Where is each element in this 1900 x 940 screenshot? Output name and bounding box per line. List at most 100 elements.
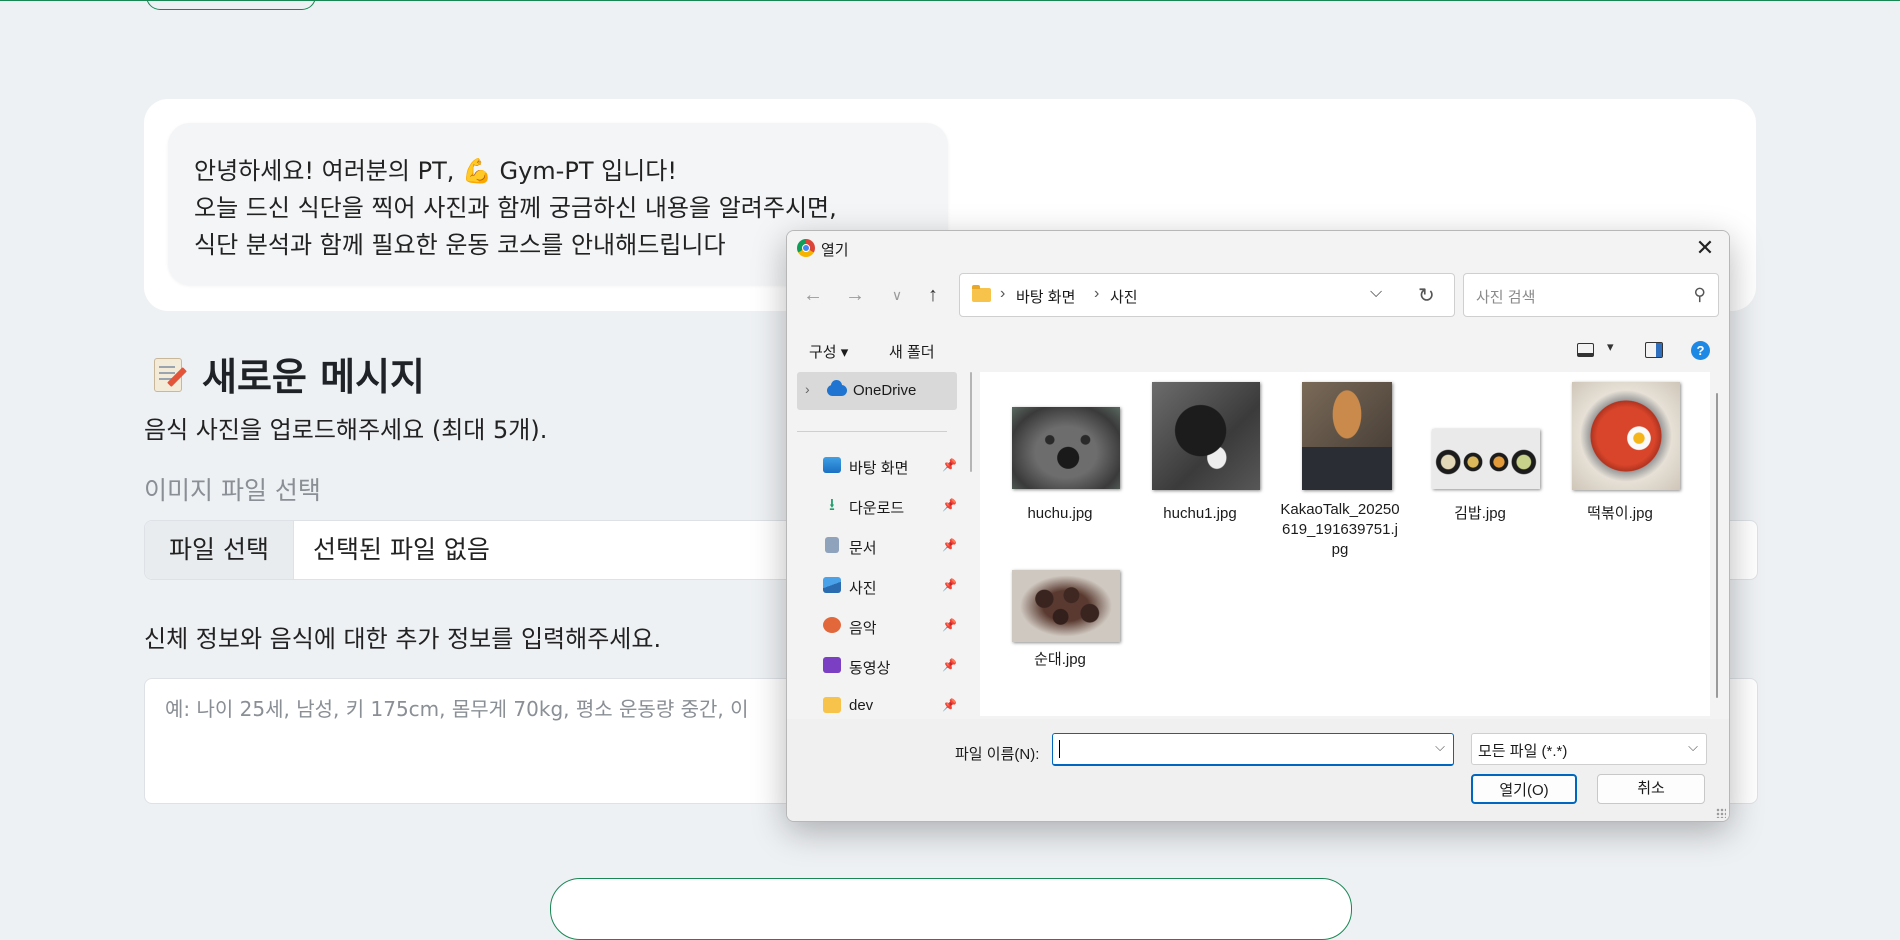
dog-thumbnail [1152, 382, 1260, 490]
pin-icon: 📌 [942, 658, 957, 672]
dialog-footer: 파일 이름(N): ⌵ 모든 파일 (*.*) ⌵ 열기(O) 취소 [787, 719, 1729, 821]
submit-button[interactable] [550, 878, 1352, 940]
bot-message-line: 안녕하세요! 여러분의 PT, 💪 Gym-PT 입니다! [194, 157, 677, 185]
nav-item-label: 음악 [849, 620, 877, 637]
pin-icon: 📌 [942, 698, 957, 712]
nav-item-desktop[interactable]: 바탕 화면 📌 [823, 451, 957, 481]
pin-icon: 📌 [942, 578, 957, 592]
search-box[interactable]: 사진 검색 ⚲ [1463, 273, 1719, 317]
expand-chevron-icon[interactable]: › [805, 381, 810, 397]
organize-menu[interactable]: 구성 ▾ [809, 341, 848, 362]
info-placeholder: 예: 나이 25세, 남성, 키 175cm, 몸무게 70kg, 평소 운동량… [165, 697, 749, 721]
folder-icon [972, 285, 991, 302]
nav-item-dev[interactable]: dev 📌 [823, 691, 957, 716]
view-dropdown-icon[interactable]: ▾ [1607, 339, 1614, 355]
file-name: KakaoTalk_20250619_191639751.jpg [1280, 501, 1400, 558]
resize-grip-icon[interactable] [1716, 808, 1726, 818]
download-icon: ⭳ [829, 495, 835, 514]
pin-icon: 📌 [942, 498, 957, 512]
bot-message-line: 식단 분석과 함께 필요한 운동 코스를 안내해드립니다 [194, 231, 726, 259]
nav-scrollbar[interactable] [970, 372, 972, 472]
onedrive-cloud-icon [827, 380, 847, 396]
music-icon [823, 617, 841, 633]
nav-item-documents[interactable]: 문서 📌 [823, 531, 957, 561]
text-caret [1059, 740, 1060, 758]
filename-input[interactable]: ⌵ [1052, 733, 1454, 766]
help-icon[interactable]: ? [1691, 341, 1710, 360]
gimbap-thumbnail [1432, 429, 1540, 489]
preview-pane-icon[interactable] [1645, 342, 1663, 358]
upload-instruction: 음식 사진을 업로드해주세요 (최대 5개). [144, 416, 548, 444]
nav-item-label: OneDrive [853, 382, 917, 399]
files-pane: huchu.jpg huchu1.jpg KakaoTalk_20250619_… [980, 372, 1710, 716]
pin-icon: 📌 [942, 458, 957, 472]
search-placeholder: 사진 검색 [1476, 289, 1536, 306]
nav-item-downloads[interactable]: ⭳ 다운로드 📌 [823, 491, 957, 521]
back-arrow-icon[interactable]: ← [801, 283, 825, 307]
document-icon [825, 537, 839, 553]
view-mode-icon[interactable] [1577, 343, 1594, 357]
file-name: 떡볶이.jpg [1587, 505, 1653, 522]
file-item[interactable]: huchu1.jpg [1140, 382, 1260, 552]
filetype-value: 모든 파일 (*.*) [1478, 743, 1568, 760]
dialog-title: 열기 [821, 242, 849, 259]
info-label: 신체 정보와 음식에 대한 추가 정보를 입력해주세요. [144, 625, 662, 653]
chrome-icon [797, 239, 815, 257]
address-bar[interactable]: › 바탕 화면 › 사진 ⌵ ↻ [959, 273, 1455, 317]
nav-item-label: 동영상 [849, 660, 891, 677]
pin-icon: 📌 [942, 618, 957, 632]
nav-item-label: 다운로드 [849, 500, 905, 517]
address-dropdown-chevron-icon[interactable]: ⌵ [1370, 284, 1382, 302]
close-button[interactable]: ✕ [1691, 234, 1719, 262]
dog-thumbnail [1012, 407, 1120, 489]
dog-with-laptop-thumbnail [1302, 382, 1392, 490]
bot-message-line: 오늘 드신 식단을 찍어 사진과 함께 궁금하신 내용을 알려주시면, [194, 194, 837, 222]
navigation-pane: › OneDrive 바탕 화면 📌 ⭳ 다운로드 📌 문서 📌 사진 📌 음악… [787, 372, 965, 716]
section-title-text: 새로운 메시지 [202, 355, 425, 399]
memo-icon [152, 356, 187, 394]
nav-divider [797, 431, 947, 432]
video-icon [823, 657, 841, 673]
nav-item-videos[interactable]: 동영상 📌 [823, 651, 957, 681]
file-status: 선택된 파일 없음 [313, 535, 490, 564]
file-item[interactable]: 김밥.jpg [1420, 382, 1540, 552]
nav-item-label: 문서 [849, 540, 877, 557]
breadcrumb-pictures[interactable]: 사진 [1110, 286, 1138, 307]
file-name: 순대.jpg [1034, 651, 1086, 668]
dialog-titlebar[interactable]: 열기 ✕ [787, 231, 1729, 265]
refresh-icon[interactable]: ↻ [1418, 283, 1435, 308]
filetype-select[interactable]: 모든 파일 (*.*) ⌵ [1471, 733, 1707, 765]
desktop-icon [823, 457, 841, 473]
up-arrow-icon[interactable]: ↑ [921, 283, 945, 307]
choose-file-button[interactable]: 파일 선택 [145, 521, 294, 579]
nav-item-onedrive[interactable]: › OneDrive [797, 372, 957, 410]
file-name: huchu.jpg [1027, 505, 1093, 522]
nav-item-label: dev [849, 697, 874, 714]
files-scrollbar[interactable] [1716, 393, 1718, 698]
file-field-label: 이미지 파일 선택 [144, 476, 321, 505]
breadcrumb-separator-icon: › [1094, 285, 1100, 302]
cancel-button[interactable]: 취소 [1597, 774, 1705, 804]
recent-locations-chevron-icon[interactable]: ∨ [885, 283, 909, 307]
file-item[interactable]: KakaoTalk_20250619_191639751.jpg [1280, 382, 1400, 558]
nav-item-label: 사진 [849, 580, 877, 597]
new-folder-button[interactable]: 새 폴더 [889, 341, 935, 362]
open-button[interactable]: 열기(O) [1471, 774, 1577, 804]
chevron-down-icon[interactable]: ⌵ [1688, 739, 1698, 755]
command-bar: 구성 ▾ 새 폴더 ▾ ? [787, 332, 1729, 370]
section-title: 새로운 메시지 [152, 346, 425, 401]
file-item[interactable]: huchu.jpg [1000, 382, 1120, 552]
breadcrumb-separator-icon: › [1000, 285, 1006, 302]
file-item[interactable]: 순대.jpg [1000, 570, 1120, 716]
pictures-icon [823, 577, 841, 593]
file-item[interactable]: 떡볶이.jpg [1560, 382, 1680, 552]
top-nav-button[interactable] [146, 0, 316, 10]
search-icon[interactable]: ⚲ [1694, 285, 1706, 305]
nav-item-music[interactable]: 음악 📌 [823, 611, 957, 641]
folder-icon [823, 697, 841, 713]
forward-arrow-icon[interactable]: → [843, 283, 867, 307]
breadcrumb-desktop[interactable]: 바탕 화면 [1016, 286, 1075, 307]
chevron-down-icon[interactable]: ⌵ [1435, 739, 1445, 755]
nav-item-pictures[interactable]: 사진 📌 [823, 571, 957, 601]
open-file-dialog: 열기 ✕ ← → ∨ ↑ › 바탕 화면 › 사진 ⌵ ↻ 사진 검색 ⚲ 구성… [786, 230, 1730, 822]
